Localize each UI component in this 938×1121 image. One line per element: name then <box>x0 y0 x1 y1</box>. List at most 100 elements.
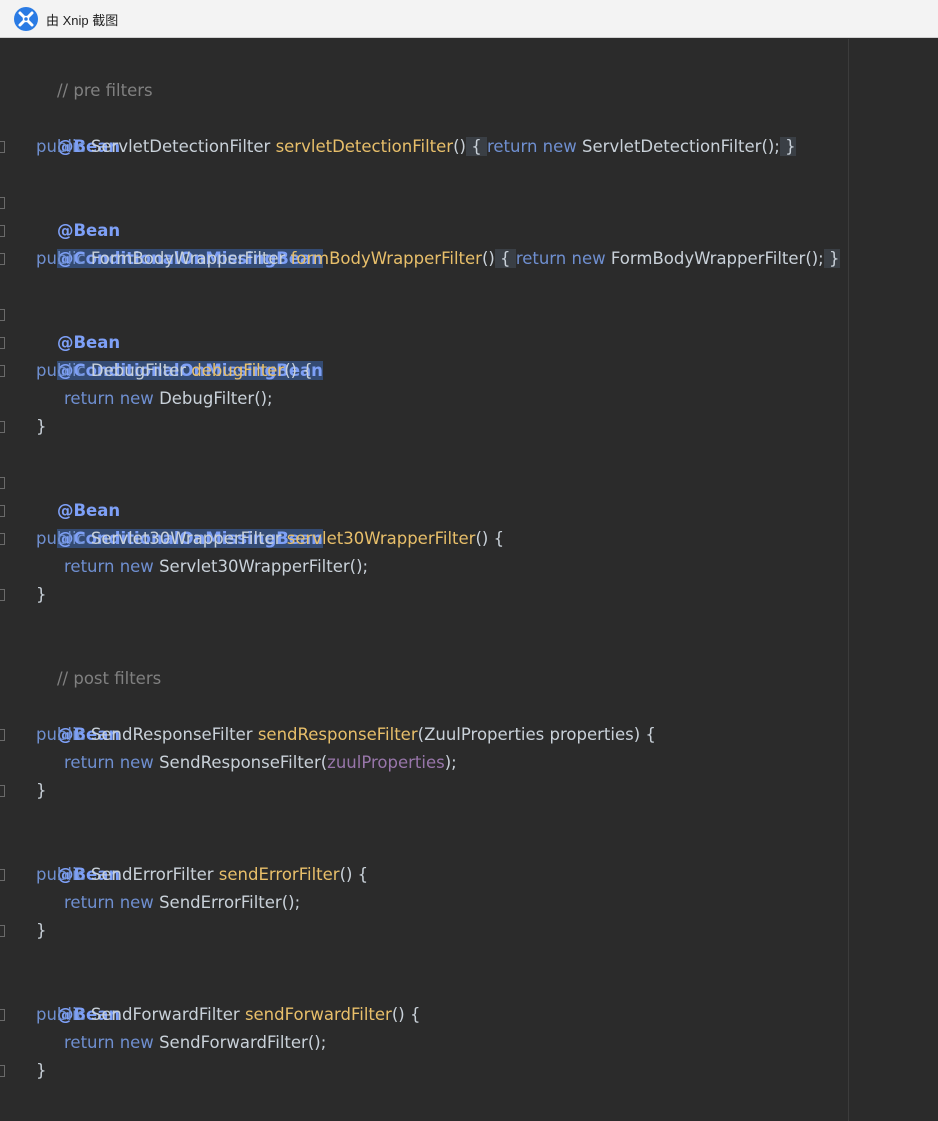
fold-marker-icon[interactable] <box>0 309 5 321</box>
field-reference: zuulProperties <box>327 753 445 772</box>
code-line-return: return new Servlet30WrapperFilter(); <box>64 557 369 576</box>
code-editor[interactable]: // pre filters @Bean public ServletDetec… <box>0 39 938 1121</box>
fold-marker-icon[interactable] <box>0 589 5 601</box>
fold-marker-icon[interactable] <box>0 505 5 517</box>
fold-marker-icon[interactable] <box>0 253 5 265</box>
fold-marker-icon[interactable] <box>0 365 5 377</box>
method-name: servletDetectionFilter <box>275 137 454 156</box>
window-titlebar: 由 Xnip 截图 <box>0 0 938 38</box>
constructor-call: ServletDetectionFilter <box>582 137 762 156</box>
code-line-annotation-partial: @Bean <box>36 1113 120 1121</box>
keyword-public: public <box>36 529 86 548</box>
code-line-method-signature: public SendForwardFilter sendForwardFilt… <box>36 1005 421 1024</box>
param-type: ZuulProperties <box>424 725 545 744</box>
return-type: SendForwardFilter <box>90 1005 240 1024</box>
fold-marker-icon[interactable] <box>0 477 5 489</box>
return-type: DebugFilter <box>90 361 187 380</box>
code-line-close-brace: } <box>36 417 47 436</box>
keyword-new: new <box>119 1033 154 1052</box>
method-name: sendResponseFilter <box>257 725 418 744</box>
method-name: sendForwardFilter <box>244 1005 392 1024</box>
return-type: Servlet30WrapperFilter <box>90 529 282 548</box>
right-margin-guide <box>848 39 849 1121</box>
code-line-return: return new SendErrorFilter(); <box>64 893 301 912</box>
fold-marker-icon[interactable] <box>0 1065 5 1077</box>
comment: // post filters <box>56 669 162 688</box>
keyword-public: public <box>36 361 86 380</box>
keyword-return: return <box>64 557 115 576</box>
code-line-annotation: @Bean <box>36 469 120 520</box>
keyword-return: return <box>64 753 115 772</box>
method-name: debugFilter <box>191 361 285 380</box>
code-line-annotation: @Bean <box>36 973 120 1024</box>
param-name: properties <box>549 725 634 744</box>
fold-marker-icon[interactable] <box>0 729 5 741</box>
fold-marker-icon[interactable] <box>0 141 5 153</box>
code-line-annotation: @Bean <box>36 189 120 240</box>
code-line-method-signature: public SendResponseFilter sendResponseFi… <box>36 725 656 744</box>
code-line-method-signature: public DebugFilter debugFilter() { <box>36 361 313 380</box>
fold-marker-icon[interactable] <box>0 421 5 433</box>
method-name: sendErrorFilter <box>218 865 340 884</box>
code-line-annotation: @Bean <box>36 833 120 884</box>
keyword-return: return <box>64 1033 115 1052</box>
code-line-annotation: @Bean <box>36 693 120 744</box>
keyword-return: return <box>64 893 115 912</box>
fold-marker-icon[interactable] <box>0 785 5 797</box>
return-type: FormBodyWrapperFilter <box>90 249 286 268</box>
code-line-method-signature: public FormBodyWrapperFilter formBodyWra… <box>36 249 840 268</box>
code-line-close-brace: } <box>36 585 47 604</box>
fold-marker-icon[interactable] <box>0 337 5 349</box>
fold-marker-icon[interactable] <box>0 1009 5 1021</box>
code-line-return: return new SendResponseFilter(zuulProper… <box>64 753 457 772</box>
code-line-comment-pre: // pre filters <box>36 49 153 100</box>
code-line-method-signature: public ServletDetectionFilter servletDet… <box>36 137 796 156</box>
code-line-annotation: @Bean <box>36 301 120 352</box>
keyword-public: public <box>36 725 86 744</box>
fold-marker-icon[interactable] <box>0 925 5 937</box>
constructor-call: FormBodyWrapperFilter <box>610 249 806 268</box>
keyword-public: public <box>36 249 86 268</box>
keyword-return: return <box>64 389 115 408</box>
constructor-call: SendResponseFilter <box>159 753 321 772</box>
keyword-new: new <box>119 753 154 772</box>
fold-marker-icon[interactable] <box>0 197 5 209</box>
keyword-new: new <box>119 389 154 408</box>
keyword-new: new <box>542 137 577 156</box>
constructor-call: SendForwardFilter <box>159 1033 308 1052</box>
code-line-close-brace: } <box>36 1061 47 1080</box>
code-line-annotation-conditional: @ConditionalOnMissingBean <box>36 329 323 380</box>
constructor-call: Servlet30WrapperFilter <box>159 557 350 576</box>
code-line-annotation: @Bean <box>36 105 120 156</box>
fold-marker-icon[interactable] <box>0 869 5 881</box>
code-line-close-brace: } <box>36 921 47 940</box>
keyword-new: new <box>119 893 154 912</box>
method-name: formBodyWrapperFilter <box>290 249 482 268</box>
return-type: SendErrorFilter <box>90 865 214 884</box>
code-line-annotation-conditional: @ConditionalOnMissingBean <box>36 217 323 268</box>
return-type: ServletDetectionFilter <box>90 137 271 156</box>
code-line-method-signature: public SendErrorFilter sendErrorFilter()… <box>36 865 369 884</box>
code-line-annotation-conditional: @ConditionalOnMissingBean <box>36 497 323 548</box>
comment: // pre filters <box>56 81 153 100</box>
constructor-call: SendErrorFilter <box>159 893 282 912</box>
keyword-public: public <box>36 865 86 884</box>
keyword-return: return <box>515 249 567 268</box>
code-line-comment-post: // post filters <box>36 637 161 688</box>
fold-marker-icon[interactable] <box>0 225 5 237</box>
window-title: 由 Xnip 截图 <box>46 13 119 28</box>
fold-marker-icon[interactable] <box>0 533 5 545</box>
return-type: SendResponseFilter <box>90 725 253 744</box>
keyword-public: public <box>36 1005 86 1024</box>
xnip-app-icon <box>14 7 38 31</box>
code-line-return: return new SendForwardFilter(); <box>64 1033 327 1052</box>
method-name: servlet30WrapperFilter <box>286 529 476 548</box>
keyword-public: public <box>36 137 86 156</box>
code-line-return: return new DebugFilter(); <box>64 389 273 408</box>
constructor-call: DebugFilter <box>159 389 255 408</box>
code-line-method-signature: public Servlet30WrapperFilter servlet30W… <box>36 529 505 548</box>
keyword-new: new <box>119 557 154 576</box>
keyword-return: return <box>486 137 538 156</box>
code-line-close-brace: } <box>36 781 47 800</box>
keyword-new: new <box>571 249 606 268</box>
